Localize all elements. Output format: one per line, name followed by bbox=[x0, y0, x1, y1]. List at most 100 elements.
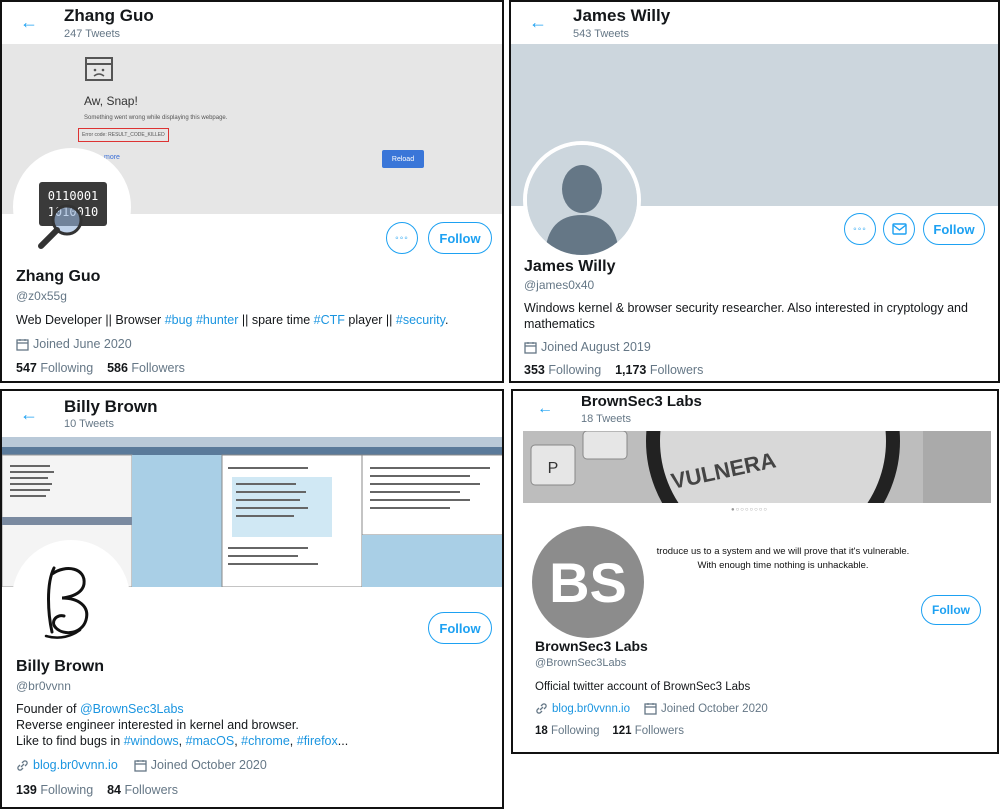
profile-handle: @br0vvnn bbox=[16, 679, 71, 693]
calendar-icon bbox=[524, 341, 537, 354]
hashtag-link[interactable]: #windows bbox=[124, 734, 179, 748]
hashtag-link[interactable]: #macOS bbox=[186, 734, 235, 748]
following-label[interactable]: Following bbox=[40, 361, 93, 375]
back-arrow-icon[interactable]: ← bbox=[20, 12, 38, 33]
followers-label[interactable]: Followers bbox=[635, 725, 684, 737]
more-button[interactable]: ◦◦◦ bbox=[844, 213, 876, 245]
avatar[interactable] bbox=[12, 540, 130, 658]
hashtag-link[interactable]: #hunter bbox=[196, 313, 238, 327]
header-tweet-count: 10 Tweets bbox=[64, 418, 114, 430]
profile-panel-billy-brown: ← Billy Brown 10 Tweets Follow Billy Bro… bbox=[0, 389, 504, 809]
header-bar: ← BrownSec3 Labs 18 Tweets bbox=[513, 391, 997, 431]
header-tweet-count: 543 Tweets bbox=[573, 28, 630, 40]
joined-date: Joined June 2020 bbox=[33, 337, 132, 351]
header-bar: ← Billy Brown 10 Tweets bbox=[2, 391, 502, 437]
followers-count[interactable]: 1,173 bbox=[615, 363, 646, 377]
follow-button[interactable]: Follow bbox=[921, 595, 981, 625]
bio-text: , bbox=[178, 734, 186, 748]
followers-label[interactable]: Followers bbox=[131, 361, 185, 375]
header-name: Billy Brown bbox=[64, 397, 158, 416]
bio-text: player || bbox=[344, 313, 396, 327]
followers-label[interactable]: Followers bbox=[124, 783, 178, 797]
joined-date: Joined October 2020 bbox=[150, 758, 267, 772]
sad-page-icon bbox=[85, 57, 113, 81]
profile-stats: 139 Following 84 Followers bbox=[16, 783, 178, 797]
mention-link[interactable]: @BrownSec3Labs bbox=[80, 702, 184, 716]
keyboard-magnifier-image: P VULNERA bbox=[523, 431, 991, 503]
hashtag-link[interactable]: #firefox bbox=[297, 734, 338, 748]
hashtag-link[interactable]: #CTF bbox=[314, 313, 345, 327]
svg-text:0110001: 0110001 bbox=[48, 189, 99, 203]
svg-text:P: P bbox=[548, 460, 559, 477]
website-link[interactable]: blog.br0vvnn.io bbox=[33, 758, 118, 772]
joined-date: Joined October 2020 bbox=[661, 702, 768, 715]
default-avatar-icon bbox=[527, 145, 637, 255]
profile-bio: Official twitter account of BrownSec3 La… bbox=[535, 681, 751, 693]
banner-tagline: troduce us to a system and we will prove… bbox=[633, 545, 933, 573]
back-arrow-icon[interactable]: ← bbox=[20, 404, 38, 425]
bio-text: ... bbox=[337, 734, 349, 748]
following-count[interactable]: 547 bbox=[16, 361, 37, 375]
profile-handle: @james0x40 bbox=[524, 278, 595, 292]
more-button[interactable]: ◦◦◦ bbox=[386, 222, 418, 254]
bio-text: . bbox=[444, 313, 449, 327]
header-tweet-count: 18 Tweets bbox=[581, 413, 631, 425]
bio-line: Reverse engineer interested in kernel an… bbox=[16, 718, 299, 732]
profile-name: BrownSec3 Labs bbox=[535, 638, 648, 654]
bio-text: Web Developer || Browser bbox=[16, 313, 165, 327]
bio-text: Founder of bbox=[16, 702, 80, 716]
hashtag-link[interactable]: #chrome bbox=[241, 734, 290, 748]
link-icon bbox=[17, 759, 28, 771]
avatar[interactable] bbox=[523, 141, 641, 259]
followers-count[interactable]: 586 bbox=[107, 361, 128, 375]
header-bar: ← James Willy 543 Tweets bbox=[511, 2, 998, 44]
calendar-icon bbox=[16, 338, 29, 351]
profile-bio: Founder of @BrownSec3Labs Reverse engine… bbox=[16, 701, 496, 749]
joined-date: Joined August 2019 bbox=[541, 340, 651, 354]
following-label[interactable]: Following bbox=[551, 725, 600, 737]
message-button[interactable] bbox=[883, 213, 915, 245]
follow-button[interactable]: Follow bbox=[923, 213, 985, 245]
profile-bio: Web Developer || Browser #bug #hunter ||… bbox=[16, 312, 496, 328]
website-link[interactable]: blog.br0vvnn.io bbox=[552, 703, 630, 715]
tagline-line: With enough time nothing is unhackable. bbox=[697, 560, 869, 571]
hashtag-link[interactable]: #bug bbox=[165, 313, 193, 327]
follow-button[interactable]: Follow bbox=[428, 612, 492, 644]
following-label[interactable]: Following bbox=[548, 363, 601, 377]
profile-banner: P VULNERA bbox=[523, 431, 991, 503]
followers-label[interactable]: Followers bbox=[650, 363, 704, 377]
calendar-icon bbox=[644, 703, 657, 715]
following-label[interactable]: Following bbox=[40, 783, 93, 797]
binary-magnifier-icon: 0110001 1010010 bbox=[38, 182, 107, 249]
header-name: BrownSec3 Labs bbox=[581, 393, 702, 410]
bio-text: Like to find bugs in bbox=[16, 734, 124, 748]
profile-name: James Willy bbox=[524, 258, 616, 275]
profile-name: Zhang Guo bbox=[16, 268, 101, 285]
profile-meta: Joined August 2019 bbox=[524, 340, 651, 354]
following-count[interactable]: 353 bbox=[524, 363, 545, 377]
back-arrow-icon[interactable]: ← bbox=[529, 12, 547, 33]
reload-button: Reload bbox=[382, 150, 424, 168]
error-message: Something went wrong while displaying th… bbox=[84, 115, 228, 121]
followers-count[interactable]: 121 bbox=[612, 725, 631, 737]
avatar[interactable]: 0110001 1010010 bbox=[13, 148, 131, 266]
profile-handle: @BrownSec3Labs bbox=[535, 657, 627, 669]
link-icon bbox=[536, 703, 547, 714]
avatar-initials: BS bbox=[549, 550, 627, 614]
following-count[interactable]: 18 bbox=[535, 725, 548, 737]
profile-panel-brownsec3-labs: ← BrownSec3 Labs 18 Tweets P VULNERA ●○○… bbox=[511, 389, 999, 754]
carousel-dots: ●○○○○○○○ bbox=[731, 507, 768, 513]
following-count[interactable]: 139 bbox=[16, 783, 37, 797]
hashtag-link[interactable]: #security bbox=[396, 313, 445, 327]
profile-stats: 18 Following 121 Followers bbox=[535, 725, 684, 737]
profile-meta: Joined June 2020 bbox=[16, 337, 132, 351]
follow-button[interactable]: Follow bbox=[428, 222, 492, 254]
back-arrow-icon[interactable]: ← bbox=[537, 400, 553, 418]
profile-name: Billy Brown bbox=[16, 658, 105, 675]
header-bar: ← Zhang Guo 247 Tweets bbox=[2, 2, 502, 44]
avatar[interactable]: BS bbox=[532, 526, 644, 638]
profile-panel-james-willy: ← James Willy 543 Tweets ◦◦◦ Follow Jame… bbox=[509, 0, 1000, 383]
tagline-line: troduce us to a system and we will prove… bbox=[656, 546, 910, 557]
followers-count[interactable]: 84 bbox=[107, 783, 121, 797]
profile-handle: @z0x55g bbox=[16, 289, 67, 303]
